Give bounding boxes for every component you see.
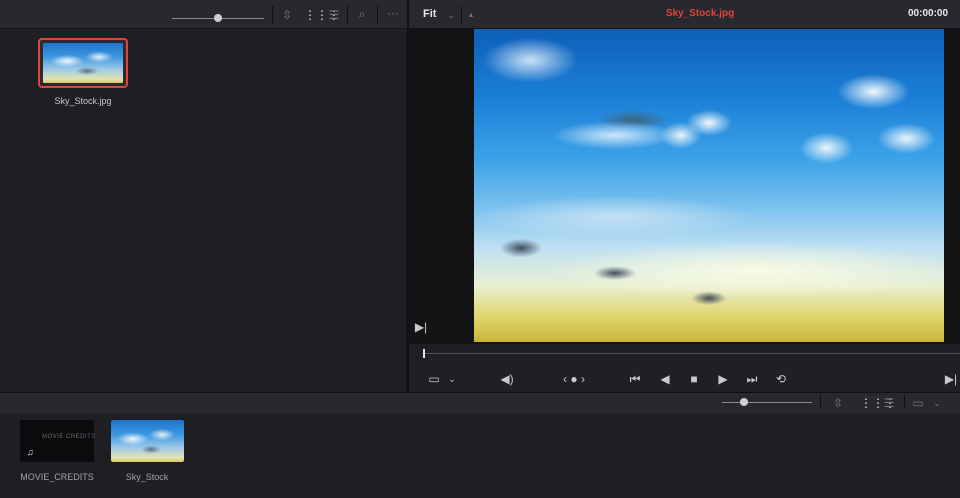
sky-thumbnail-image bbox=[111, 420, 184, 462]
toolbar-divider bbox=[272, 6, 273, 24]
mark-in-icon[interactable]: ▶| bbox=[412, 320, 430, 334]
viewer-clip-title: Sky_Stock.jpg bbox=[665, 8, 735, 19]
toolbar-divider bbox=[820, 395, 821, 409]
toolbar-divider bbox=[377, 6, 378, 24]
music-note-icon: ♫ bbox=[27, 447, 34, 457]
next-frame-icon[interactable]: ▶| bbox=[942, 372, 960, 386]
viewer-mode-icon[interactable]: ▭ bbox=[425, 372, 443, 386]
bin-item-sky-stock[interactable] bbox=[111, 420, 184, 462]
zoom-dropdown[interactable]: Fit bbox=[423, 8, 436, 20]
bin-thumbnail-slider[interactable] bbox=[722, 402, 812, 403]
chevron-down-icon[interactable]: ⌄ bbox=[443, 372, 461, 386]
audio-icon[interactable]: ◀) bbox=[498, 372, 516, 386]
list-view-icon[interactable]: ☰ bbox=[327, 8, 341, 22]
loop-icon[interactable]: ⟲ bbox=[772, 372, 790, 386]
list-view-icon[interactable]: ☰ bbox=[882, 396, 896, 410]
go-to-start-icon[interactable]: ⏮ bbox=[626, 372, 644, 386]
chevron-down-icon[interactable]: ⌄ bbox=[932, 396, 942, 410]
clip-thumbnail-selected[interactable] bbox=[38, 38, 128, 88]
timecode-display: 00:00:00 bbox=[908, 8, 949, 19]
slider-knob[interactable] bbox=[740, 398, 748, 406]
stop-icon[interactable]: ■ bbox=[685, 372, 703, 386]
thumbnail-view-icon[interactable]: ⋮⋮⋮ bbox=[304, 8, 340, 22]
toolbar-divider bbox=[347, 6, 348, 24]
credits-thumbnail-text: MOVIE CREDITS bbox=[42, 434, 96, 440]
sort-icon[interactable]: ⇳ bbox=[832, 396, 844, 410]
display-mode-icon[interactable]: ▭ bbox=[910, 396, 926, 410]
more-options-icon[interactable]: ··· bbox=[384, 6, 402, 20]
scrubber-bar[interactable] bbox=[423, 353, 960, 354]
play-reverse-icon[interactable]: ◀ bbox=[656, 372, 674, 386]
clip-name: Sky_Stock.jpg bbox=[54, 96, 112, 106]
toolbar-divider bbox=[904, 395, 905, 409]
thumbnail-view-icon[interactable]: ⋮⋮⋮ bbox=[860, 396, 896, 410]
slider-knob[interactable] bbox=[214, 14, 222, 22]
jog-icon[interactable]: ‹ ● › bbox=[556, 372, 592, 386]
sky-image-preview bbox=[474, 29, 944, 342]
bin-item-label: Sky_Stock bbox=[125, 472, 169, 482]
chevron-down-icon[interactable]: ⌄ bbox=[445, 8, 457, 22]
bin-item-label: MOVIE_CREDITS bbox=[20, 472, 94, 482]
play-icon[interactable]: ▶ bbox=[714, 372, 732, 386]
sky-thumbnail-image bbox=[43, 43, 123, 83]
go-to-end-icon[interactable]: ⏭ bbox=[743, 372, 761, 386]
viewer-options-icon[interactable]: ▴ bbox=[466, 8, 476, 22]
search-icon[interactable]: ⌕ bbox=[355, 7, 369, 21]
toolbar-divider bbox=[461, 6, 462, 24]
sort-icon[interactable]: ⇳ bbox=[281, 8, 293, 22]
playhead[interactable] bbox=[423, 349, 425, 358]
bin-toolbar bbox=[0, 392, 960, 414]
